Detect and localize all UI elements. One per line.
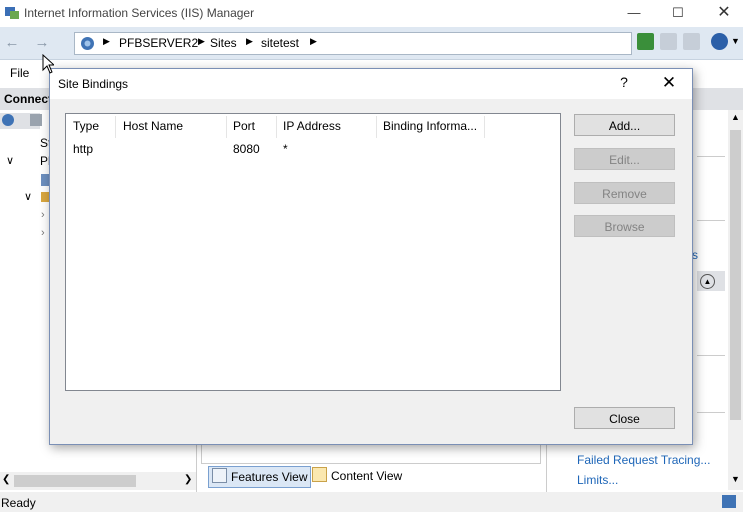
column-divider[interactable] (226, 116, 227, 138)
features-view-icon (212, 468, 227, 483)
scroll-right-icon[interactable]: ❯ (184, 474, 192, 485)
menu-file[interactable]: File (10, 66, 29, 80)
iis-app-icon (5, 7, 19, 19)
remove-button[interactable]: Remove (574, 182, 675, 204)
tab-content-view[interactable]: Content View (309, 466, 405, 486)
cell-ip-address: * (283, 142, 288, 156)
maximize-button[interactable]: ☐ (666, 2, 690, 24)
scroll-up-icon[interactable]: ▲ (731, 112, 740, 122)
connect-icon[interactable] (2, 114, 14, 126)
site-bindings-dialog: Site Bindings ? ✕ Type Host Name Port IP… (49, 68, 693, 445)
chevron-right-icon[interactable]: › (41, 209, 45, 221)
action-failed-request-tracing[interactable]: Failed Request Tracing... (577, 453, 710, 467)
divider (697, 412, 725, 413)
breadcrumb-server[interactable]: PFBSERVER2 (119, 36, 198, 50)
edit-button[interactable]: Edit... (574, 148, 675, 170)
column-header-binding-information[interactable]: Binding Informa... (383, 119, 477, 137)
server-status-icon (722, 495, 736, 508)
status-text: Ready (1, 496, 36, 510)
column-header-port[interactable]: Port (233, 119, 255, 137)
horizontal-scrollbar[interactable]: ❮ ❯ (0, 472, 196, 490)
chevron-right-icon: ▶ (198, 36, 205, 46)
column-header-type[interactable]: Type (73, 119, 99, 137)
collapse-icon[interactable]: ▲ (700, 274, 715, 289)
content-view-icon (312, 467, 327, 482)
tree-node-icon (41, 174, 49, 186)
home-icon[interactable] (683, 33, 700, 50)
forward-button[interactable]: → (32, 34, 52, 52)
scroll-down-icon[interactable]: ▼ (731, 474, 740, 484)
bindings-list[interactable]: Type Host Name Port IP Address Binding I… (65, 113, 561, 391)
window-titlebar: Internet Information Services (IIS) Mana… (0, 0, 743, 27)
status-bar: Ready (0, 492, 743, 512)
navigation-bar: ← → ▶ PFBSERVER2 ▶ Sites ▶ sitetest ▶ ▼ (0, 27, 743, 60)
close-icon[interactable]: ✕ (658, 73, 680, 93)
scrollbar-thumb[interactable] (14, 475, 136, 487)
address-bar[interactable]: ▶ PFBSERVER2 ▶ Sites ▶ sitetest ▶ (74, 32, 632, 55)
column-divider[interactable] (484, 116, 485, 138)
column-header-ip-address[interactable]: IP Address (283, 119, 341, 137)
dialog-titlebar: Site Bindings ? ✕ (50, 69, 692, 99)
chevron-right-icon[interactable]: › (41, 227, 45, 239)
cell-port: 8080 (233, 142, 260, 156)
help-icon[interactable] (711, 33, 728, 50)
table-row[interactable]: http 8080 * (66, 140, 560, 158)
vertical-scrollbar[interactable]: ▲ ▼ (728, 110, 743, 490)
column-divider[interactable] (376, 116, 377, 138)
scrollbar-thumb[interactable] (730, 130, 741, 420)
divider (697, 355, 725, 356)
divider (697, 220, 725, 221)
add-button[interactable]: Add... (574, 114, 675, 136)
breadcrumb-site[interactable]: sitetest (261, 36, 299, 50)
chevron-right-icon: ▶ (310, 36, 317, 46)
chevron-right-icon: ▶ (103, 36, 110, 46)
breadcrumb-sites[interactable]: Sites (210, 36, 237, 50)
action-limits[interactable]: Limits... (577, 473, 618, 487)
stop-icon[interactable] (660, 33, 677, 50)
column-divider[interactable] (115, 116, 116, 138)
scroll-left-icon[interactable]: ❮ (2, 474, 10, 485)
divider (697, 156, 725, 157)
window-title: Internet Information Services (IIS) Mana… (24, 6, 255, 20)
dialog-title: Site Bindings (58, 77, 129, 91)
sites-folder-icon (41, 192, 49, 202)
chevron-right-icon: ▶ (246, 36, 253, 46)
save-icon[interactable] (30, 114, 42, 126)
chevron-down-icon[interactable]: ∨ (24, 190, 32, 203)
tab-features-view[interactable]: Features View (208, 466, 312, 488)
column-header-host-name[interactable]: Host Name (123, 119, 183, 137)
column-divider[interactable] (276, 116, 277, 138)
minimize-button[interactable]: — (622, 2, 646, 24)
mouse-cursor-icon (42, 54, 54, 74)
help-button[interactable]: ? (616, 74, 632, 92)
close-button[interactable]: Close (574, 407, 675, 429)
refresh-icon[interactable] (637, 33, 654, 50)
browse-button[interactable]: Browse (574, 215, 675, 237)
back-button[interactable]: ← (2, 34, 22, 52)
chevron-down-icon[interactable]: ▼ (731, 36, 740, 46)
chevron-down-icon[interactable]: ∨ (6, 154, 14, 167)
globe-icon (81, 37, 94, 50)
cell-type: http (73, 142, 94, 156)
close-window-button[interactable]: ✕ (712, 2, 736, 24)
